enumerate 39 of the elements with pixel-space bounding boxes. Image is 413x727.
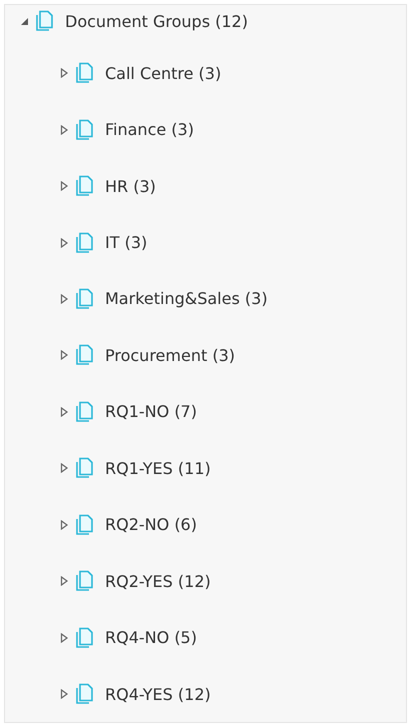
tree-item-label[interactable]: Call Centre (3): [105, 64, 222, 83]
collapsed-caret-icon[interactable]: [59, 68, 69, 78]
collapsed-caret-icon[interactable]: [59, 463, 69, 474]
documents-icon: [75, 175, 95, 198]
tree-item-label[interactable]: RQ2-YES (12): [105, 572, 211, 591]
tree-item-label[interactable]: Finance (3): [105, 120, 194, 140]
documents-icon: [75, 400, 95, 423]
tree-item-label[interactable]: RQ1-NO (7): [105, 402, 197, 422]
documents-icon: [75, 570, 95, 592]
collapsed-caret-icon[interactable]: [59, 124, 69, 135]
collapsed-caret-icon[interactable]: [59, 294, 69, 304]
documents-icon: [75, 288, 95, 310]
collapsed-caret-icon[interactable]: [59, 576, 69, 586]
documents-icon: [75, 344, 95, 366]
tree-item-label[interactable]: Marketing&Sales (3): [105, 289, 268, 308]
documents-icon: [75, 232, 95, 254]
collapsed-caret-icon[interactable]: [59, 632, 69, 643]
documents-icon: [75, 626, 95, 649]
documents-icon: [75, 683, 95, 706]
documents-icon: [75, 118, 95, 141]
tree-item-label[interactable]: RQ4-YES (12): [105, 684, 211, 704]
collapsed-caret-icon[interactable]: [59, 238, 69, 248]
tree-item-label[interactable]: IT (3): [105, 233, 148, 252]
documents-icon: [75, 514, 95, 536]
documents-icon: [75, 457, 95, 480]
tree-item-label[interactable]: Procurement (3): [105, 346, 235, 365]
collapsed-caret-icon[interactable]: [59, 689, 69, 700]
tree-item-label[interactable]: RQ2-NO (6): [105, 515, 197, 534]
documents-icon: [75, 62, 95, 84]
expanded-caret-icon[interactable]: [19, 16, 29, 26]
collapsed-caret-icon[interactable]: [59, 350, 69, 360]
tree-item-label[interactable]: HR (3): [105, 176, 156, 196]
collapsed-caret-icon[interactable]: [59, 181, 69, 192]
collapsed-caret-icon[interactable]: [59, 520, 69, 530]
tree-item-label[interactable]: Document Groups (12): [65, 12, 248, 30]
tree-item-label[interactable]: RQ1-YES (11): [105, 458, 211, 478]
collapsed-caret-icon[interactable]: [59, 406, 69, 417]
tree-item-label[interactable]: RQ4-NO (5): [105, 628, 197, 648]
documents-icon: [35, 10, 55, 32]
